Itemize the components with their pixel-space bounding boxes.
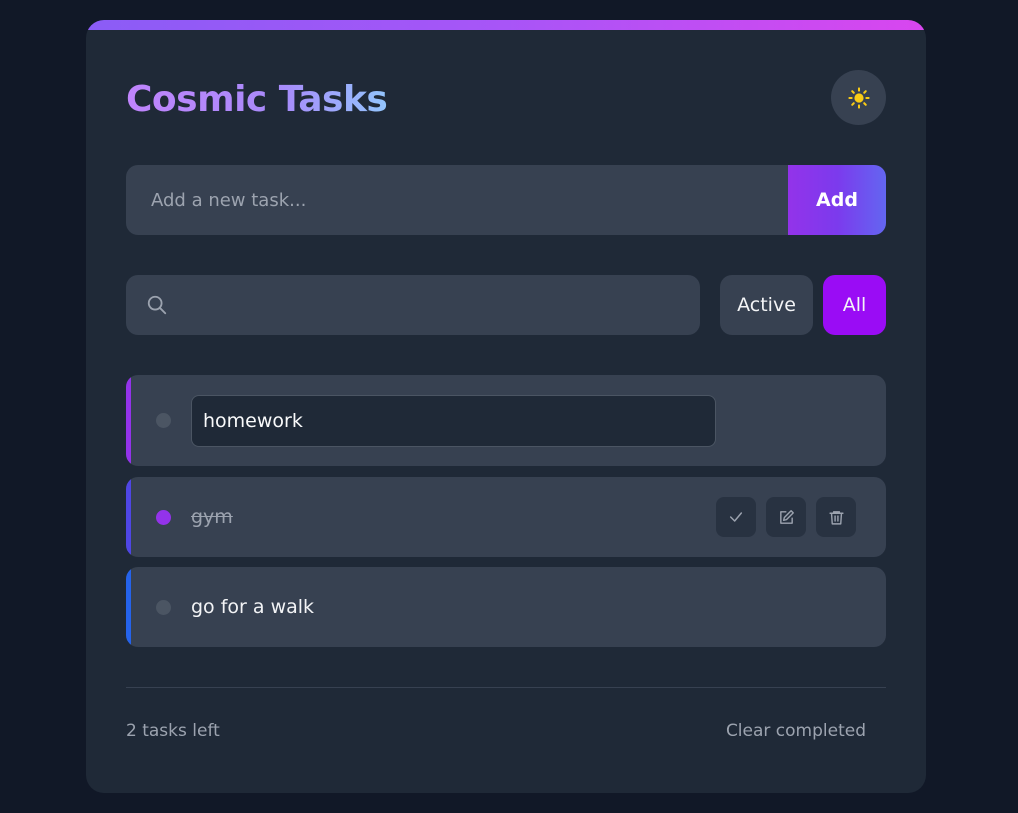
complete-task-button[interactable] [716, 497, 756, 537]
add-task-row: Add [126, 165, 886, 235]
task-item: gym [126, 477, 886, 557]
filter-all-button[interactable]: All [823, 275, 886, 335]
add-task-button[interactable]: Add [788, 165, 886, 235]
gradient-top-bar [86, 20, 926, 30]
task-label[interactable]: go for a walk [191, 596, 314, 618]
check-icon [729, 512, 743, 522]
search-input[interactable] [181, 275, 681, 335]
task-accent-stripe [126, 477, 131, 557]
filter-active-button[interactable]: Active [720, 275, 813, 335]
app-title: Cosmic Tasks [126, 79, 388, 120]
delete-task-button[interactable] [816, 497, 856, 537]
sun-icon [847, 86, 870, 109]
task-status-dot[interactable] [156, 600, 171, 615]
theme-toggle-button[interactable] [831, 70, 886, 125]
task-item: go for a walk [126, 567, 886, 647]
footer-divider [126, 687, 886, 688]
new-task-input[interactable] [126, 165, 788, 235]
trash-icon [828, 510, 844, 525]
task-label: gym [191, 506, 233, 528]
task-item [126, 375, 886, 466]
edit-task-button[interactable] [766, 497, 806, 537]
task-status-dot[interactable] [156, 510, 171, 525]
app-card: Cosmic Tasks Add Active All [86, 20, 926, 793]
edit-icon [779, 509, 794, 524]
clear-completed-button[interactable]: Clear completed [726, 721, 866, 741]
task-edit-input[interactable] [191, 395, 716, 447]
tasks-left-count: 2 tasks left [126, 721, 220, 741]
search-icon [147, 295, 167, 315]
search-box [126, 275, 700, 335]
task-status-dot[interactable] [156, 413, 171, 428]
task-accent-stripe [126, 567, 131, 647]
task-accent-stripe [126, 375, 131, 466]
